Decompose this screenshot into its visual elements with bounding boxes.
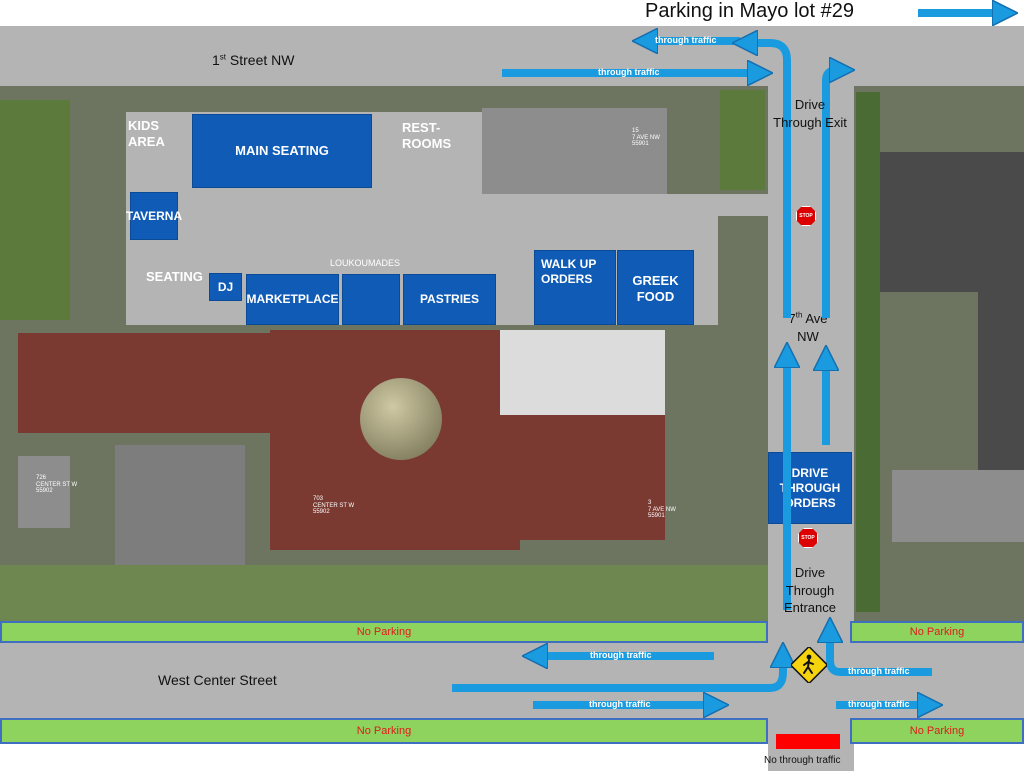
drive-through-exit-label: Drive Through Exit: [768, 96, 852, 131]
stop-sign-lower: STOP: [798, 528, 818, 548]
entrance-label-b: Through: [785, 582, 835, 598]
exit-label-a: Drive: [794, 97, 826, 112]
through-traffic-label-1: through traffic: [655, 35, 717, 45]
no-through-barrier: [776, 734, 840, 749]
stop-sign-upper: STOP: [796, 206, 816, 226]
traffic-arrows: [452, 0, 1024, 771]
pedestrian-crossing-icon: [791, 647, 827, 683]
no-through-traffic-label: No through traffic: [764, 755, 841, 766]
through-traffic-label-4: through traffic: [589, 699, 651, 709]
exit-label-b: Through Exit: [773, 114, 847, 130]
drive-through-entrance-label: Drive Through Entrance: [768, 564, 852, 617]
entrance-label-a: Drive: [794, 565, 826, 580]
entrance-label-c: Entrance: [783, 600, 837, 616]
through-traffic-label-2: through traffic: [598, 67, 660, 77]
through-traffic-label-5: through traffic: [848, 666, 910, 676]
through-traffic-label-6: through traffic: [848, 699, 910, 709]
through-traffic-label-3: through traffic: [590, 650, 652, 660]
arrow-exit-curve: [745, 43, 791, 318]
